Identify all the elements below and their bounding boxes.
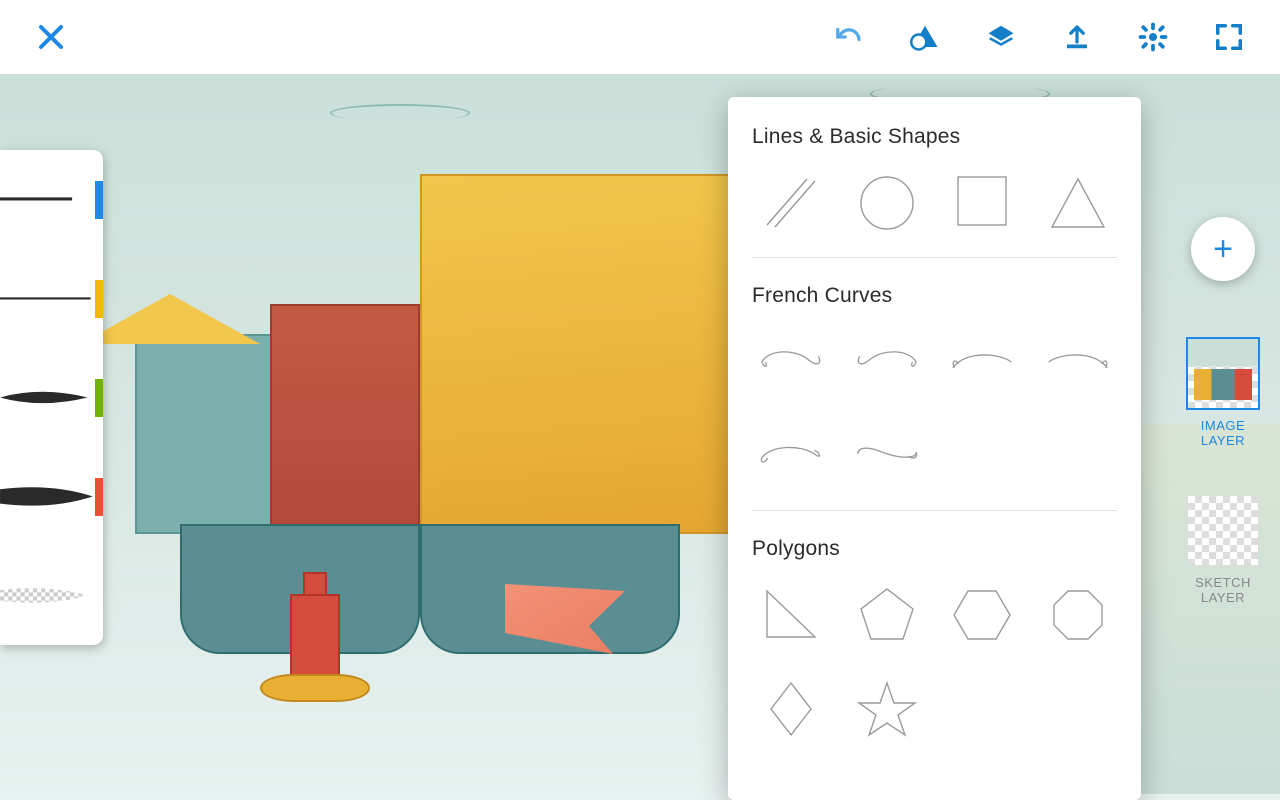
top-toolbar (0, 0, 1280, 74)
color-swatch-green[interactable] (95, 379, 103, 417)
right-triangle-shape[interactable] (752, 583, 830, 647)
diamond-shape[interactable] (752, 677, 830, 741)
settings-button[interactable] (1138, 22, 1168, 52)
export-button[interactable] (1062, 22, 1092, 52)
triangle-shape[interactable] (1039, 171, 1117, 235)
brush-panel (0, 150, 103, 645)
french-curve-3[interactable] (944, 330, 1022, 394)
circle-shape[interactable] (848, 171, 926, 235)
brush-pencil[interactable] (0, 150, 103, 249)
layers-button[interactable] (986, 22, 1016, 52)
color-swatch-yellow[interactable] (95, 280, 103, 318)
section-title-basic: Lines & Basic Shapes (752, 125, 1117, 149)
octagon-shape[interactable] (1039, 583, 1117, 647)
layer-thumb-image[interactable] (1186, 337, 1260, 410)
line-shape[interactable] (752, 171, 830, 235)
color-swatch-red[interactable] (95, 478, 103, 516)
hexagon-shape[interactable] (944, 583, 1022, 647)
french-curve-1[interactable] (752, 330, 830, 394)
layer-label-sketch: SKETCH LAYER (1177, 575, 1269, 605)
brush-marker[interactable] (0, 348, 103, 447)
brush-eraser[interactable] (0, 546, 103, 645)
star-shape[interactable] (848, 677, 926, 741)
brush-fine-ink[interactable] (0, 249, 103, 348)
fullscreen-button[interactable] (1214, 22, 1244, 52)
square-shape[interactable] (944, 171, 1022, 235)
layer-label-image: IMAGE LAYER (1177, 418, 1269, 448)
thumbnail-image-icon (1188, 339, 1258, 408)
shapes-panel: Lines & Basic Shapes French Curves (728, 97, 1141, 800)
french-curve-2[interactable] (848, 330, 926, 394)
section-title-polygons: Polygons (752, 537, 1117, 561)
french-curve-6[interactable] (848, 424, 926, 488)
divider (752, 510, 1117, 511)
close-button[interactable] (36, 22, 66, 52)
divider (752, 257, 1117, 258)
pentagon-shape[interactable] (848, 583, 926, 647)
layers-panel: + IMAGE LAYER SKETCH LAYER (1177, 217, 1269, 605)
color-swatch-blue[interactable] (95, 181, 103, 219)
plus-icon: + (1213, 230, 1233, 269)
thumbnail-sketch-icon (1188, 496, 1258, 565)
add-layer-button[interactable]: + (1191, 217, 1255, 281)
french-curve-4[interactable] (1039, 330, 1117, 394)
section-title-french: French Curves (752, 284, 1117, 308)
brush-charcoal[interactable] (0, 447, 103, 546)
french-curve-5[interactable] (752, 424, 830, 488)
undo-button[interactable] (834, 22, 864, 52)
shapes-button[interactable] (910, 22, 940, 52)
layer-thumb-sketch[interactable] (1186, 494, 1260, 567)
